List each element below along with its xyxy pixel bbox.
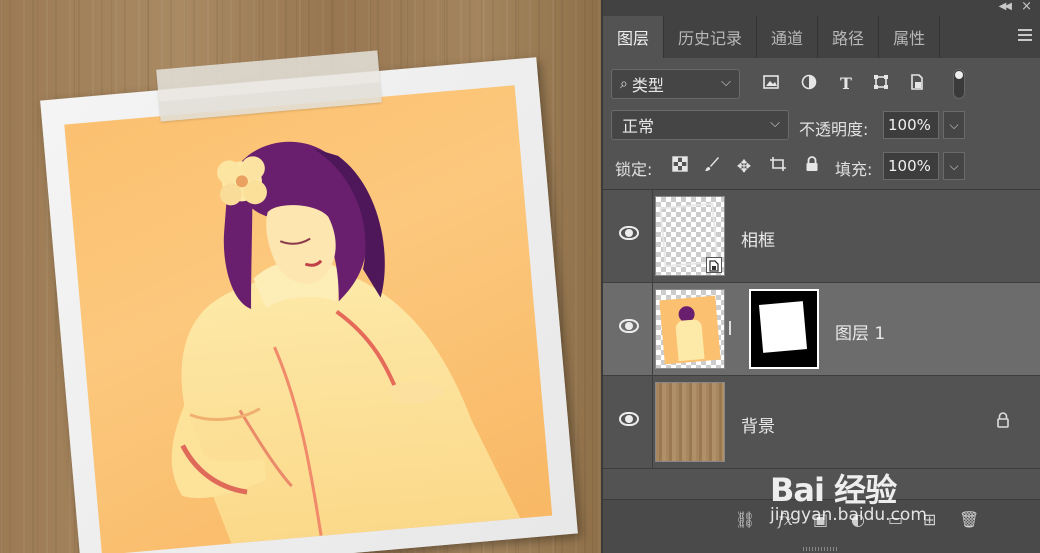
filter-toggle[interactable] (953, 69, 965, 99)
chevron-down-icon: ⌵ (770, 116, 780, 131)
tab-channels[interactable]: 通道 (757, 16, 819, 58)
lock-row: 锁定: ✥ 填充: 100% ⌵ (603, 148, 1040, 188)
visibility-column (603, 376, 653, 469)
blend-mode-dropdown[interactable]: 正常 ⌵ (611, 110, 789, 140)
lock-icon[interactable] (996, 412, 1010, 428)
layer-name[interactable]: 图层 1 (835, 319, 885, 344)
visibility-column (603, 283, 653, 376)
visibility-column (603, 190, 653, 283)
fill-dropdown-icon[interactable]: ⌵ (943, 152, 965, 180)
lock-artboard-icon[interactable] (767, 156, 789, 178)
layer-mask-thumbnail[interactable] (749, 289, 819, 369)
link-layers-icon[interactable]: ⛓ (735, 510, 755, 529)
girl-photo (171, 141, 521, 544)
type-filter-icon[interactable]: T (836, 74, 856, 94)
opacity-field[interactable]: 100% (883, 111, 939, 139)
fill-label: 填充: (835, 160, 873, 179)
adjustment-filter-icon[interactable] (799, 74, 819, 94)
layer-thumbnail (655, 289, 725, 369)
blend-mode-value: 正常 (622, 117, 655, 136)
panel-menu-icon[interactable] (1018, 29, 1032, 41)
lock-position-icon[interactable]: ✥ (733, 156, 755, 178)
close-icon[interactable]: × (1021, 0, 1032, 14)
tab-history[interactable]: 历史记录 (664, 16, 758, 58)
photo-image (64, 85, 553, 553)
panel-tabs: 图层 历史记录 通道 路径 属性 (603, 16, 1040, 58)
blend-row: 正常 ⌵ 不透明度: 100% ⌵ (603, 106, 1040, 146)
tab-properties[interactable]: 属性 (879, 16, 941, 58)
polaroid-frame (40, 57, 578, 553)
tab-layers[interactable]: 图层 (603, 16, 665, 58)
mask-link-chain-icon[interactable] (729, 321, 733, 335)
resize-grip[interactable] (803, 547, 839, 551)
panel-header-bar: ◀◀ × (603, 0, 1040, 16)
visibility-eye-icon[interactable] (619, 319, 639, 333)
document-canvas[interactable] (0, 0, 601, 553)
watermark: Bai 经验 jingyan.baidu.com (770, 447, 1010, 547)
layer-name[interactable]: 背景 (741, 412, 775, 437)
visibility-eye-icon[interactable] (619, 226, 639, 240)
lock-label: 锁定: (615, 160, 653, 179)
visibility-eye-icon[interactable] (619, 412, 639, 426)
lock-all-icon[interactable] (801, 156, 823, 178)
lock-transparent-pixels-icon[interactable] (669, 156, 691, 178)
layer-row-layer-1[interactable]: 图层 1 (603, 283, 1040, 376)
tab-paths[interactable]: 路径 (818, 16, 880, 58)
fill-field[interactable]: 100% (883, 152, 939, 180)
search-icon: ⌕ (620, 76, 628, 92)
smart-object-badge-icon (706, 257, 722, 273)
shape-filter-icon[interactable] (871, 74, 891, 94)
image-filter-icon[interactable] (761, 74, 781, 94)
opacity-label: 不透明度: (799, 120, 869, 139)
layer-row-frame[interactable]: 相框 (603, 190, 1040, 283)
collapse-panel-icon[interactable]: ◀◀ (999, 1, 1012, 12)
smart-object-filter-icon[interactable] (907, 74, 927, 94)
layer-name[interactable]: 相框 (741, 226, 775, 251)
layer-filter-row: ⌕ 类型 ⌵ T (603, 66, 1040, 102)
filter-type-dropdown[interactable]: ⌕ 类型 ⌵ (611, 69, 740, 99)
filter-type-label: 类型 (631, 76, 664, 95)
layer-thumbnail (655, 382, 725, 462)
watermark-url: jingyan.baidu.com (770, 505, 927, 525)
layer-thumbnail (655, 196, 725, 276)
lock-image-pixels-icon[interactable] (701, 156, 723, 178)
chevron-down-icon: ⌵ (721, 75, 731, 90)
opacity-dropdown-icon[interactable]: ⌵ (943, 111, 965, 139)
